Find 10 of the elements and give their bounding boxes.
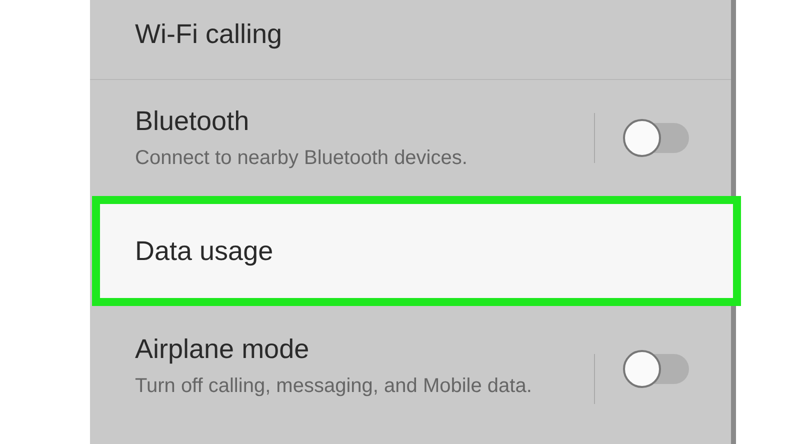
setting-row[interactable]: Bluetooth Connect to nearby Bluetooth devices. — [90, 80, 731, 196]
setting-row[interactable]: Airplane mode Turn off calling, messaging, and Mobile data. — [90, 306, 731, 444]
setting-row[interactable]: Wi-Fi calling — [90, 0, 731, 80]
highlighted-setting-row[interactable]: Data usage — [92, 196, 741, 306]
setting-title: Bluetooth — [135, 106, 250, 136]
setting-description: Turn off calling, messaging, and Mobile data. — [135, 374, 533, 399]
setting-title: Wi-Fi calling — [135, 19, 284, 50]
setting-description: Connect to nearby Bluetooth devices. — [135, 146, 468, 170]
setting-title: Data usage — [135, 236, 274, 266]
setting-title: Airplane mode — [135, 334, 310, 365]
